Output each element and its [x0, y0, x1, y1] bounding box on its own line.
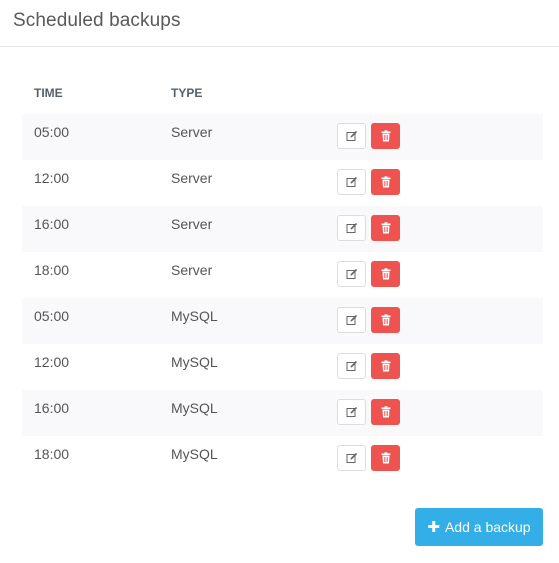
table-row: 12:00 Server [22, 160, 543, 206]
edit-icon [346, 222, 358, 234]
edit-button[interactable] [337, 123, 366, 149]
delete-button[interactable] [371, 399, 400, 425]
edit-icon [346, 130, 358, 142]
cell-type: MySQL [171, 446, 218, 462]
edit-icon [346, 406, 358, 418]
trash-icon [381, 130, 391, 142]
add-backup-button[interactable]: ✚ Add a backup [415, 508, 543, 546]
table-header: TIME TYPE [22, 70, 543, 114]
panel-header: Scheduled backups [0, 0, 559, 47]
trash-icon [381, 406, 391, 418]
add-backup-label: Add a backup [444, 519, 531, 535]
cell-time: 05:00 [34, 308, 70, 324]
row-actions [337, 215, 400, 241]
delete-button[interactable] [371, 445, 400, 471]
cell-type: Server [171, 216, 213, 232]
cell-time: 12:00 [34, 354, 70, 370]
edit-button[interactable] [337, 215, 366, 241]
edit-button[interactable] [337, 353, 366, 379]
cell-time: 18:00 [34, 262, 70, 278]
trash-icon [381, 360, 391, 372]
scheduled-backups-panel: Scheduled backups TIME TYPE 05:00 Server 1… [0, 0, 559, 563]
column-header-time: TIME [34, 86, 63, 100]
row-actions [337, 307, 400, 333]
backups-table: TIME TYPE 05:00 Server 12:00 Server 16:00 Ser… [22, 70, 543, 482]
table-row: 16:00 Server [22, 206, 543, 252]
edit-icon [346, 314, 358, 326]
delete-button[interactable] [371, 169, 400, 195]
trash-icon [381, 176, 391, 188]
column-header-type: TYPE [171, 86, 203, 100]
trash-icon [381, 452, 391, 464]
trash-icon [381, 222, 391, 234]
row-actions [337, 445, 400, 471]
table-row: 18:00 MySQL [22, 436, 543, 482]
cell-time: 05:00 [34, 124, 70, 140]
plus-icon: ✚ [427, 518, 440, 536]
cell-type: Server [171, 170, 213, 186]
delete-button[interactable] [371, 307, 400, 333]
delete-button[interactable] [371, 215, 400, 241]
cell-type: Server [171, 262, 213, 278]
delete-button[interactable] [371, 123, 400, 149]
table-row: 05:00 Server [22, 114, 543, 160]
table-row: 16:00 MySQL [22, 390, 543, 436]
edit-icon [346, 360, 358, 372]
table-row: 18:00 Server [22, 252, 543, 298]
row-actions [337, 399, 400, 425]
edit-icon [346, 452, 358, 464]
edit-button[interactable] [337, 307, 366, 333]
edit-button[interactable] [337, 169, 366, 195]
row-actions [337, 123, 400, 149]
cell-time: 16:00 [34, 400, 70, 416]
edit-button[interactable] [337, 261, 366, 287]
row-actions [337, 353, 400, 379]
table-row: 05:00 MySQL [22, 298, 543, 344]
delete-button[interactable] [371, 261, 400, 287]
table-row: 12:00 MySQL [22, 344, 543, 390]
table-body: 05:00 Server 12:00 Server 16:00 Server 18:00 Se… [22, 114, 543, 482]
delete-button[interactable] [371, 353, 400, 379]
trash-icon [381, 314, 391, 326]
trash-icon [381, 268, 391, 280]
cell-type: Server [171, 124, 213, 140]
panel-title: Scheduled backups [13, 10, 181, 31]
edit-icon [346, 268, 358, 280]
cell-type: MySQL [171, 354, 218, 370]
cell-time: 16:00 [34, 216, 70, 232]
cell-time: 12:00 [34, 170, 70, 186]
cell-type: MySQL [171, 308, 218, 324]
edit-button[interactable] [337, 445, 366, 471]
row-actions [337, 169, 400, 195]
cell-type: MySQL [171, 400, 218, 416]
edit-button[interactable] [337, 399, 366, 425]
edit-icon [346, 176, 358, 188]
cell-time: 18:00 [34, 446, 70, 462]
row-actions [337, 261, 400, 287]
